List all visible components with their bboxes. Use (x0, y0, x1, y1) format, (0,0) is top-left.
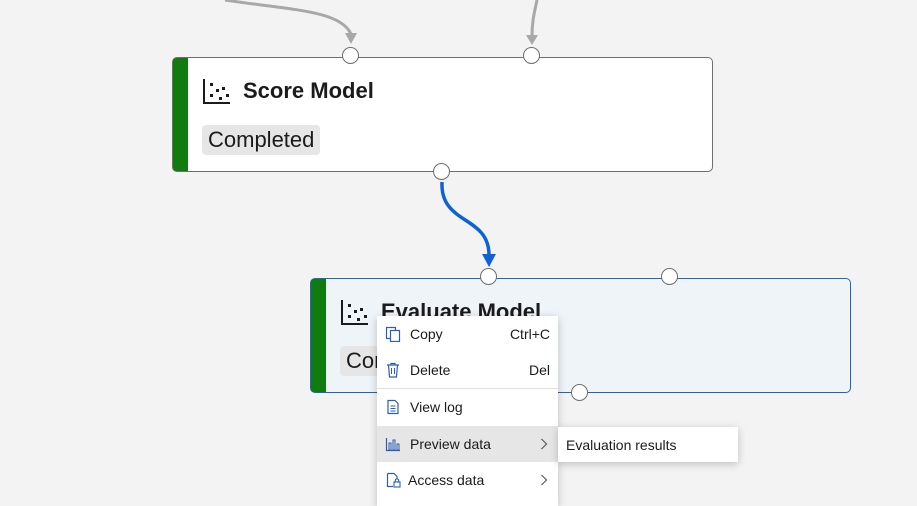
status-bar-completed (311, 279, 326, 392)
bar-chart-icon (385, 438, 400, 452)
menu-item-label: View log (410, 399, 463, 415)
menu-item-label: Preview data (410, 436, 491, 452)
menu-item-label: Delete (410, 362, 451, 378)
chevron-right-icon (541, 474, 548, 486)
scatter-chart-icon (203, 79, 230, 104)
status-bar-completed (173, 58, 188, 171)
scatter-chart-icon (341, 300, 368, 325)
score-to-evaluate-arrow (482, 254, 496, 267)
score-model-node[interactable]: Score Model Completed (172, 57, 713, 172)
menu-item-delete[interactable]: Delete Del (377, 352, 558, 388)
menu-item-label: Copy (410, 326, 443, 342)
node-title: Score Model (243, 78, 374, 103)
document-icon (387, 399, 399, 415)
preview-data-submenu: Evaluation results (558, 427, 738, 462)
input-link-left-arrow (345, 33, 357, 44)
menu-item-label: Access data (408, 472, 485, 488)
input-port[interactable] (523, 47, 540, 64)
input-link-right-arrow (526, 35, 538, 45)
score-to-evaluate-link[interactable] (440, 181, 491, 256)
input-port[interactable] (342, 47, 359, 64)
menu-item-preview-data[interactable]: Preview data (377, 426, 558, 462)
menu-item-shortcut: Del (528, 362, 550, 378)
trash-icon (387, 362, 399, 378)
copy-icon (385, 326, 401, 342)
output-port[interactable] (433, 163, 450, 180)
chevron-right-icon (541, 438, 548, 450)
input-port[interactable] (480, 268, 497, 285)
input-port[interactable] (661, 268, 678, 285)
status-badge: Completed (202, 125, 321, 155)
file-lock-icon (386, 472, 401, 488)
menu-item-shortcut: Ctrl+C (509, 326, 550, 342)
pipeline-canvas[interactable]: Score Model Completed Evaluate Model Com… (0, 0, 917, 506)
submenu-item-evaluation-results[interactable]: Evaluation results (566, 437, 677, 453)
menu-item-copy[interactable]: Copy Ctrl+C (377, 316, 558, 352)
input-link-right (530, 0, 539, 37)
menu-item-view-log[interactable]: View log (377, 389, 558, 425)
input-link-left (224, 0, 353, 35)
context-menu: Copy Ctrl+C Delete Del View log Preview … (377, 316, 558, 506)
menu-item-access-data[interactable]: Access data (377, 462, 558, 498)
output-port[interactable] (571, 384, 588, 401)
